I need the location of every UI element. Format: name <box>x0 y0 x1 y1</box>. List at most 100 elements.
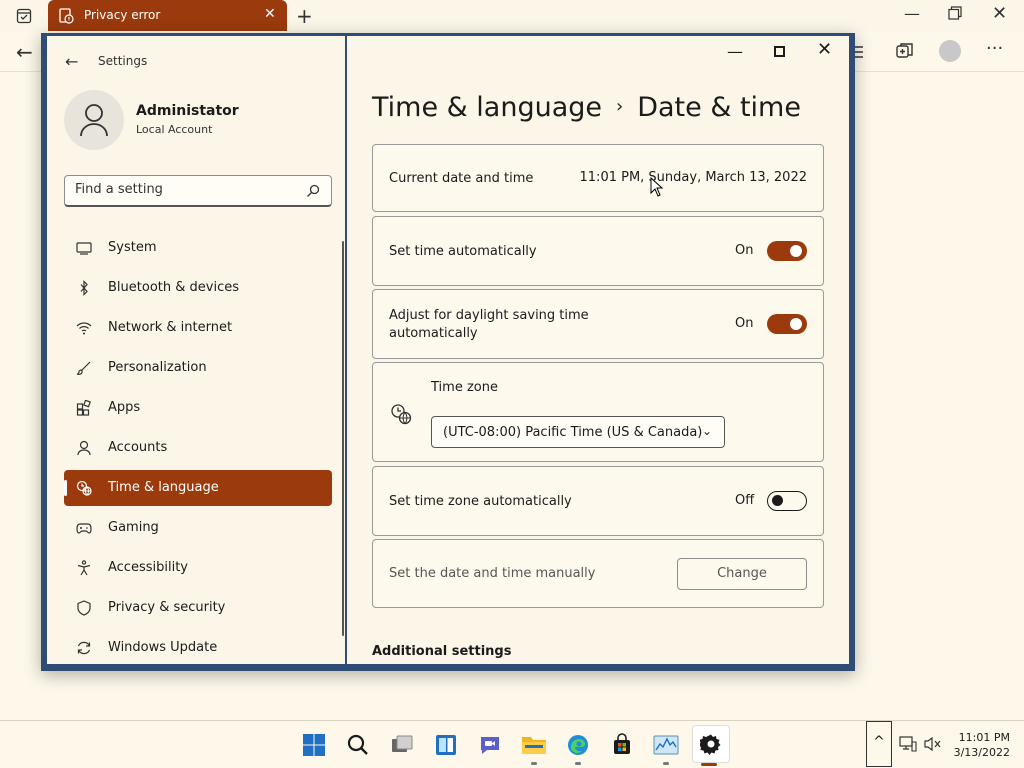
nav-item-accounts[interactable]: Accounts <box>64 430 332 466</box>
browser-close-button[interactable]: ✕ <box>992 3 1007 24</box>
nav-label: Network & internet <box>108 320 233 335</box>
store-icon <box>614 733 630 754</box>
nav-item-bluetooth-devices[interactable]: Bluetooth & devices <box>64 270 332 306</box>
nav-item-time-language[interactable]: Time & language <box>64 470 332 506</box>
pane-divider <box>345 36 347 664</box>
browser-back-button[interactable]: ← <box>16 40 33 64</box>
new-tab-button[interactable]: + <box>296 4 313 28</box>
browser-tab-privacy-error[interactable]: Privacy error ✕ <box>48 0 287 31</box>
taskbar-search-button[interactable] <box>342 729 374 761</box>
browser-minimize-button[interactable]: — <box>904 4 920 23</box>
network-icon[interactable] <box>899 736 917 752</box>
chevron-down-icon: ⌄ <box>701 424 712 438</box>
apps-icon <box>76 400 91 416</box>
settings-window: ← Settings Administator Local Account Sy… <box>41 33 855 671</box>
breadcrumb-parent[interactable]: Time & language <box>372 92 602 123</box>
folder-icon <box>522 737 546 754</box>
file-explorer-button[interactable] <box>518 729 550 765</box>
nav-item-windows-update[interactable]: Windows Update <box>64 630 332 664</box>
profile-avatar[interactable] <box>939 40 961 62</box>
system-clock[interactable]: 11:01 PM 3/13/2022 <box>950 730 1010 760</box>
time-zone-value: (UTC-08:00) Pacific Time (US & Canada) <box>443 425 703 440</box>
tab-title: Privacy error <box>84 8 161 22</box>
search-input[interactable] <box>75 182 295 197</box>
search-icon <box>347 734 368 755</box>
favorites-icon[interactable] <box>852 42 872 62</box>
volume-muted-icon[interactable] <box>924 736 942 752</box>
nav-label: Gaming <box>108 520 159 535</box>
browser-restore-button[interactable] <box>948 6 962 20</box>
time-zone-dropdown[interactable]: (UTC-08:00) Pacific Time (US & Canada) ⌄ <box>431 416 725 448</box>
set-manually-label: Set the date and time manually <box>389 566 596 581</box>
system-icon <box>76 242 92 255</box>
browser-tab-bar: Privacy error ✕ + — ✕ <box>0 0 1024 32</box>
collections-icon[interactable] <box>895 41 915 61</box>
nav-label: Windows Update <box>108 640 218 655</box>
gear-icon <box>700 734 721 755</box>
nav-item-network-internet[interactable]: Network & internet <box>64 310 332 346</box>
globe-clock-icon <box>76 480 92 496</box>
nav-label: Privacy & security <box>108 600 226 615</box>
tab-close-icon[interactable]: ✕ <box>264 6 276 22</box>
task-manager-button[interactable] <box>650 729 682 765</box>
settings-close-button[interactable]: ✕ <box>817 39 832 60</box>
set-time-auto-toggle[interactable] <box>767 241 807 261</box>
running-indicator <box>663 762 669 765</box>
user-name: Administator <box>136 103 239 119</box>
nav-label: Accounts <box>108 440 168 455</box>
chat-icon <box>481 737 499 754</box>
tab-actions-icon[interactable] <box>16 8 32 24</box>
accessibility-icon <box>77 560 91 576</box>
task-view-icon <box>392 735 413 752</box>
search-icon[interactable] <box>306 184 320 198</box>
task-view-button[interactable] <box>386 729 418 761</box>
chat-button[interactable] <box>474 729 506 761</box>
set-tz-auto-label: Set time zone automatically <box>389 494 572 509</box>
nav-label: Personalization <box>108 360 207 375</box>
active-indicator <box>701 763 717 766</box>
nav-item-gaming[interactable]: Gaming <box>64 510 332 546</box>
edge-button[interactable] <box>562 729 594 765</box>
settings-back-button[interactable]: ← <box>65 52 78 71</box>
widgets-button[interactable] <box>430 729 462 761</box>
search-box[interactable] <box>64 175 332 207</box>
chart-window-icon <box>653 735 679 755</box>
breadcrumb-separator-icon: › <box>616 96 624 117</box>
page-title: Date & time <box>637 92 801 123</box>
warning-page-icon <box>59 8 74 24</box>
widgets-icon <box>436 735 456 755</box>
time-zone-icon <box>391 404 412 425</box>
tray-overflow-button[interactable]: ^ <box>866 721 892 767</box>
nav-item-personalization[interactable]: Personalization <box>64 350 332 386</box>
edge-icon <box>568 735 588 755</box>
bluetooth-icon <box>80 280 88 296</box>
clock-time: 11:01 PM <box>958 731 1010 744</box>
time-zone-card: Time zone (UTC-08:00) Pacific Time (US &… <box>372 362 824 462</box>
nav-item-apps[interactable]: Apps <box>64 390 332 426</box>
nav-label: Time & language <box>108 480 219 495</box>
gamepad-icon <box>76 523 92 534</box>
settings-maximize-button[interactable] <box>774 46 785 57</box>
update-icon <box>77 641 91 655</box>
running-indicator <box>575 762 581 765</box>
store-button[interactable] <box>606 729 638 761</box>
nav-label: System <box>108 240 157 255</box>
account-type: Local Account <box>136 123 213 136</box>
settings-taskbar-button[interactable] <box>692 725 730 766</box>
start-button[interactable] <box>298 729 330 761</box>
nav-item-accessibility[interactable]: Accessibility <box>64 550 332 586</box>
set-tz-auto-toggle[interactable] <box>767 491 807 511</box>
person-icon <box>77 440 91 456</box>
nav-label: Bluetooth & devices <box>108 280 239 295</box>
set-tz-auto-card: Set time zone automatically Off <box>372 466 824 536</box>
nav-item-system[interactable]: System <box>64 230 332 266</box>
time-zone-label: Time zone <box>431 380 498 395</box>
change-button[interactable]: Change <box>677 558 807 590</box>
settings-minimize-button[interactable]: — <box>727 42 743 61</box>
nav-scrollbar[interactable] <box>342 241 344 636</box>
user-avatar[interactable] <box>64 90 124 150</box>
daylight-saving-toggle[interactable] <box>767 314 807 334</box>
browser-more-icon[interactable]: ··· <box>986 38 1003 59</box>
nav-item-privacy-security[interactable]: Privacy & security <box>64 590 332 626</box>
set-time-auto-label: Set time automatically <box>389 244 537 259</box>
